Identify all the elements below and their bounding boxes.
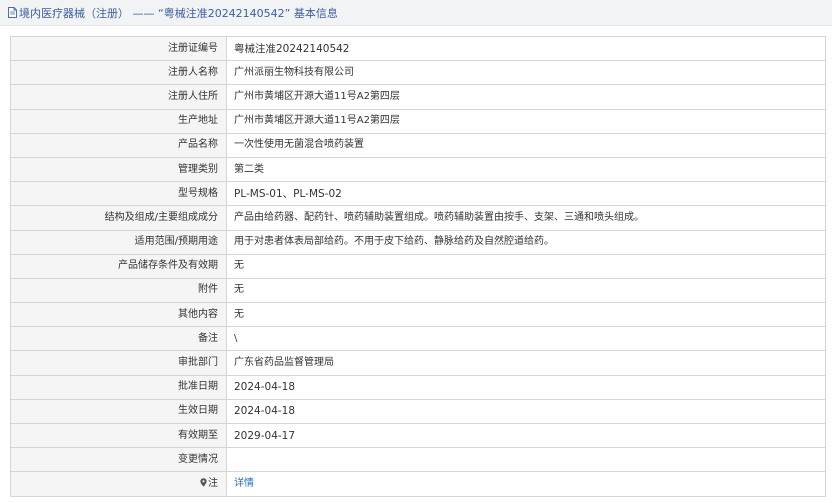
field-label: 注册人住所 [10,84,227,110]
field-label: 产品名称 [10,132,227,158]
table-row: 产品名称 一次性使用无菌混合喷药装置 [10,132,826,158]
field-value-cell: 详情 [226,471,826,497]
field-label: 注册人名称 [10,60,227,86]
table-row: 审批部门 广东省药品监督管理局 [10,350,826,376]
field-value: 2024-04-18 [226,374,826,400]
field-value: 用于对患者体表局部给药。不用于皮下给药、静脉给药及自然腔道给药。 [226,229,826,255]
table-row: 生效日期 2024-04-18 [10,398,826,425]
location-pin-icon [200,478,207,487]
table-row: 型号规格 PL-MS-01、PL-MS-02 [10,181,826,207]
field-value: 第二类 [226,156,826,183]
field-label: 注 [208,477,218,489]
field-value: 2029-04-17 [226,422,826,449]
table-row: 管理类别 第二类 [10,156,826,183]
table-row: 注册人住所 广州市黄埔区开源大道11号A2第四层 [10,84,826,110]
field-value: PL-MS-01、PL-MS-02 [226,181,826,207]
field-value: 广州市黄埔区开源大道11号A2第四层 [226,84,826,110]
table-row: 变更情况 [10,447,826,473]
table-row: 注册证编号 粤械注准20242140542 [10,35,826,62]
table-row: 结构及组成/主要组成成分 产品由给药器、配药针、喷药辅助装置组成。喷药辅助装置由… [10,205,826,231]
field-value: 广东省药品监督管理局 [226,350,826,376]
table-row: 产品储存条件及有效期 无 [10,253,826,279]
table-row: 注 详情 [10,471,826,497]
field-value: 产品由给药器、配药针、喷药辅助装置组成。喷药辅助装置由按手、支架、三通和喷头组成… [226,205,826,231]
field-value: 无 [226,253,826,279]
field-value: 2024-04-18 [226,398,826,425]
field-label: 审批部门 [10,350,227,376]
field-value: 广州市黄埔区开源大道11号A2第四层 [226,108,826,134]
field-label: 备注 [10,326,227,352]
note-label-cell: 注 [10,471,227,497]
field-label: 生产地址 [10,108,227,134]
field-label: 适用范围/预期用途 [10,229,227,255]
field-label: 型号规格 [10,181,227,207]
field-label: 其他内容 [10,302,227,328]
field-value: 一次性使用无菌混合喷药装置 [226,132,826,158]
table-row: 注册人名称 广州派丽生物科技有限公司 [10,60,826,86]
field-label: 注册证编号 [10,35,227,62]
details-link[interactable]: 详情 [234,478,254,489]
field-value: 无 [226,277,826,304]
table-row: 备注 \ [10,326,826,352]
table-row: 批准日期 2024-04-18 [10,374,826,400]
header-bar: 境内医疗器械（注册） —— “粤械注准20242140542” 基本信息 [0,0,832,26]
detail-table: 注册证编号 粤械注准20242140542 注册人名称 广州派丽生物科技有限公司… [10,35,826,497]
field-label: 产品储存条件及有效期 [10,253,227,279]
field-label: 批准日期 [10,374,227,400]
field-value [226,447,826,473]
field-label: 生效日期 [10,398,227,425]
field-label: 有效期至 [10,422,227,449]
field-value: \ [226,326,826,352]
field-value: 广州派丽生物科技有限公司 [226,60,826,86]
field-label: 管理类别 [10,156,227,183]
table-row: 附件 无 [10,277,826,304]
field-label: 附件 [10,277,227,304]
page-title: 境内医疗器械（注册） —— “粤械注准20242140542” 基本信息 [19,6,338,20]
field-label: 变更情况 [10,447,227,473]
field-value: 无 [226,302,826,328]
field-label: 结构及组成/主要组成成分 [10,205,227,231]
table-row: 其他内容 无 [10,302,826,328]
table-row: 生产地址 广州市黄埔区开源大道11号A2第四层 [10,108,826,134]
table-row: 适用范围/预期用途 用于对患者体表局部给药。不用于皮下给药、静脉给药及自然腔道给… [10,229,826,255]
document-icon [8,7,17,18]
field-value: 粤械注准20242140542 [226,35,826,62]
table-row: 有效期至 2029-04-17 [10,422,826,449]
